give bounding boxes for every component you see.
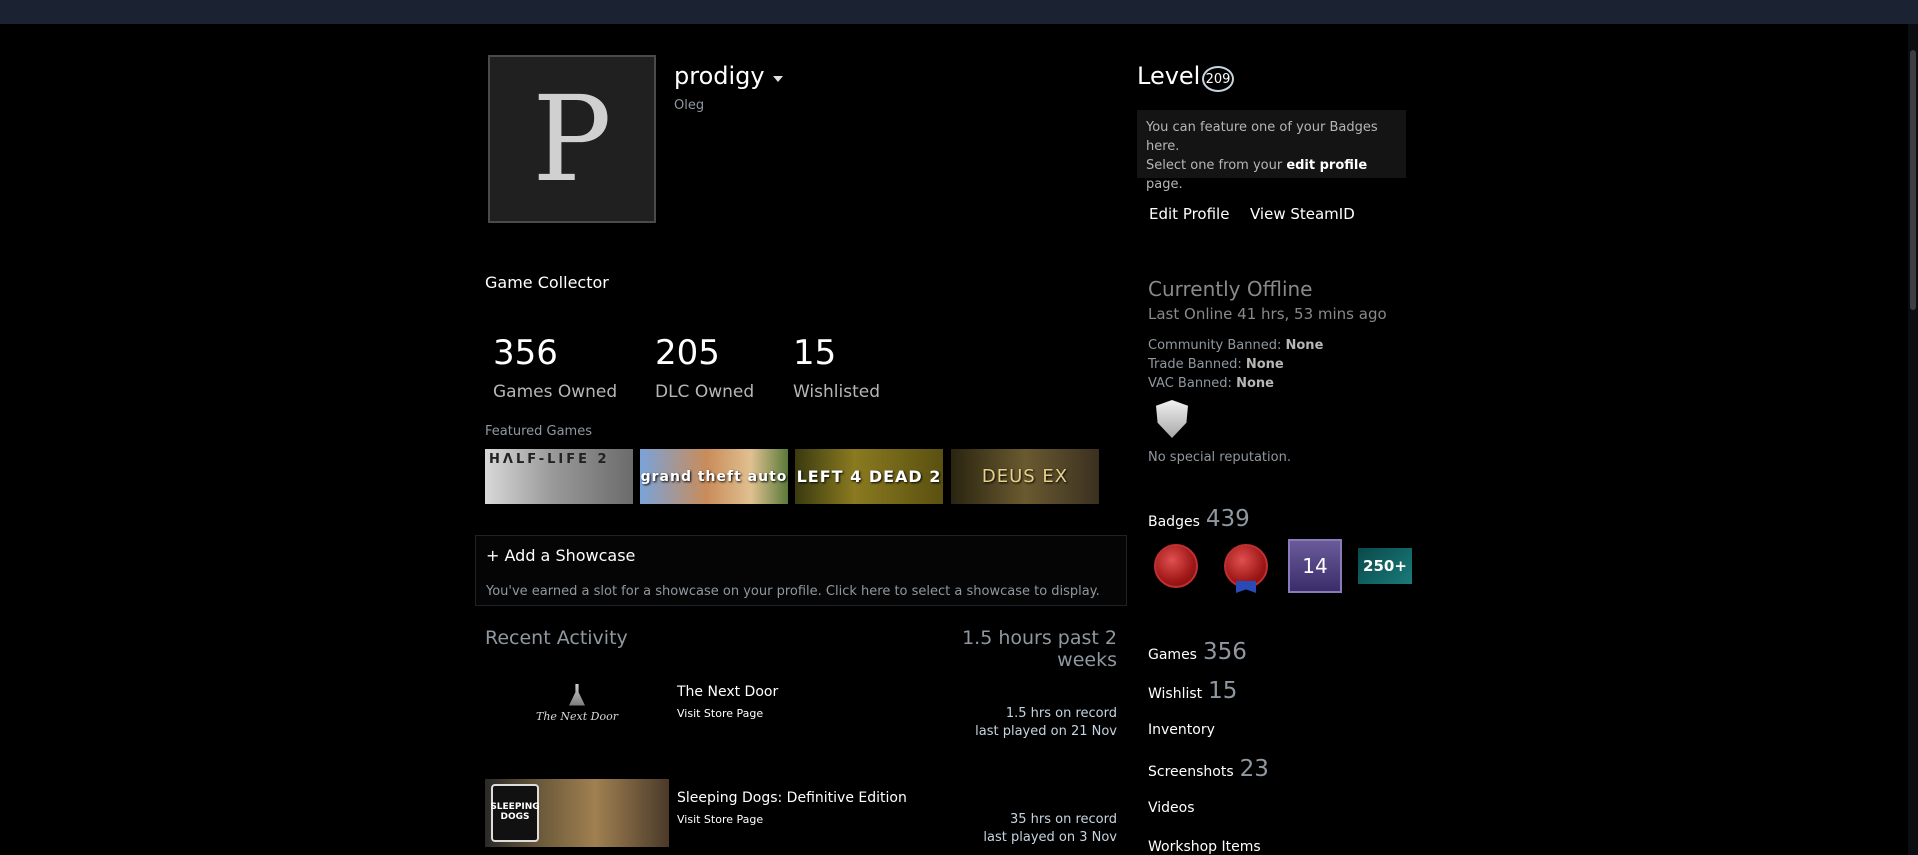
stat-value: 15 [793,333,837,373]
tile-title: grand theft auto [640,468,788,485]
avatar-letter: P [532,70,612,208]
scrollbar-thumb[interactable] [1910,50,1916,310]
capsule-art-text: The Next Door [535,709,618,723]
add-showcase-panel[interactable]: + Add a Showcase You've earned a slot fo… [475,535,1127,606]
badges-link[interactable]: Badges 439 [1148,506,1250,532]
avatar[interactable]: P [488,55,656,223]
figure-icon [569,683,585,706]
reputation-text: No special reputation. [1148,450,1291,465]
page-scrollbar[interactable] [1908,24,1918,855]
stat-label: Wishlisted [793,382,881,402]
vac-ban-status: VAC Banned: None [1148,376,1274,391]
stat-dlc-owned[interactable]: 205 DLC Owned [655,336,754,402]
favorite-group[interactable]: Game Collector [485,273,609,292]
persona-name: prodigy [674,62,765,90]
featured-games-label: Featured Games [485,424,592,439]
featured-badge-placeholder: You can feature one of your Badges here.… [1137,110,1406,192]
level-label: Level [1137,62,1201,90]
wishlist-label: Wishlist [1148,686,1203,702]
screenshots-count: 23 [1239,756,1269,782]
games-count: 356 [1202,639,1247,665]
stat-value: 356 [493,333,558,373]
chevron-down-icon [772,76,783,82]
real-name: Oleg [674,98,705,113]
game-name-link[interactable]: The Next Door [677,684,778,700]
capsule-art-text: SLEEPING DOGS [490,784,540,842]
game-playtime: 35 hrs on record last played on 3 Nov [797,811,1117,847]
wishlist-count: 15 [1208,678,1238,704]
tile-title: DEUS EX [981,466,1069,487]
seal-badge-icon [1154,544,1198,588]
recent-activity-hours: 1.5 hours past 2 weeks [962,627,1117,671]
last-online: Last Online 41 hrs, 53 mins ago [1148,305,1387,323]
view-steamid-button[interactable]: View SteamID [1239,199,1366,229]
hours-on-record: 35 hrs on record [1009,812,1117,827]
workshop-items-link[interactable]: Workshop Items [1148,839,1261,855]
game-capsule-the-next-door[interactable]: The Next Door [485,669,669,737]
featured-game-half-life-2[interactable]: HΛLF-LIFE 2 [485,449,633,504]
visit-store-link[interactable]: Visit Store Page [677,707,763,720]
recent-activity-title: Recent Activity [485,627,628,649]
shield-icon [1156,400,1188,438]
top-nav-bar [0,0,1918,24]
badge-seal-blue[interactable] [1149,539,1203,593]
ribbon-icon [1236,581,1256,593]
screenshots-label: Screenshots [1148,764,1234,780]
hours-on-record: 1.5 hrs on record [1005,706,1117,721]
featured-game-left-4-dead-2[interactable]: LEFT 4 DEAD 2 [795,449,943,504]
community-ban-status: Community Banned: None [1148,338,1324,353]
videos-link[interactable]: Videos [1148,800,1195,816]
game-name-link[interactable]: Sleeping Dogs: Definitive Edition [677,790,907,806]
badges-label: Badges [1148,514,1200,530]
profile-page: P prodigy Oleg Game Collector 356 Games … [0,24,1908,855]
badge-game-collector[interactable]: 250+ [1358,548,1412,584]
add-showcase-title: + Add a Showcase [486,546,636,565]
badge-feature-line2: Select one from your edit profile page. [1146,158,1368,192]
last-played: last played on 21 Nov [975,724,1117,739]
persona-name-dropdown[interactable]: prodigy [674,62,783,90]
online-status: Currently Offline [1148,277,1313,301]
tile-title: HΛLF-LIFE 2 [489,452,610,467]
inventory-link[interactable]: Inventory [1148,722,1215,738]
games-link[interactable]: Games 356 [1148,639,1247,665]
games-label: Games [1148,647,1197,663]
edit-profile-inline-link[interactable]: edit profile [1286,158,1367,173]
game-playtime: 1.5 hrs on record last played on 21 Nov [797,705,1117,741]
stat-games-owned[interactable]: 356 Games Owned [493,336,617,402]
badge-years-of-service[interactable]: 14 [1288,539,1342,593]
featured-game-deus-ex[interactable]: DEUS EX [951,449,1099,504]
wishlist-link[interactable]: Wishlist 15 [1148,678,1237,704]
badges-count: 439 [1205,506,1250,532]
add-showcase-description: You've earned a slot for a showcase on y… [486,584,1100,599]
last-played: last played on 3 Nov [983,830,1117,845]
edit-profile-button[interactable]: Edit Profile [1138,199,1240,229]
tile-title: LEFT 4 DEAD 2 [796,467,942,486]
visit-store-link[interactable]: Visit Store Page [677,813,763,826]
stat-value: 205 [655,333,720,373]
screenshots-link[interactable]: Screenshots 23 [1148,756,1269,782]
badge-seal-ribbon[interactable] [1219,539,1273,593]
stat-wishlisted[interactable]: 15 Wishlisted [793,336,880,402]
trade-ban-status: Trade Banned: None [1148,357,1284,372]
badge-feature-line1: You can feature one of your Badges here. [1146,120,1378,154]
stat-label: DLC Owned [655,382,755,402]
level-badge[interactable]: 209 [1202,66,1234,92]
stat-label: Games Owned [493,382,618,402]
featured-game-gta[interactable]: grand theft auto [640,449,788,504]
game-capsule-sleeping-dogs[interactable]: SLEEPING DOGS [485,779,669,847]
